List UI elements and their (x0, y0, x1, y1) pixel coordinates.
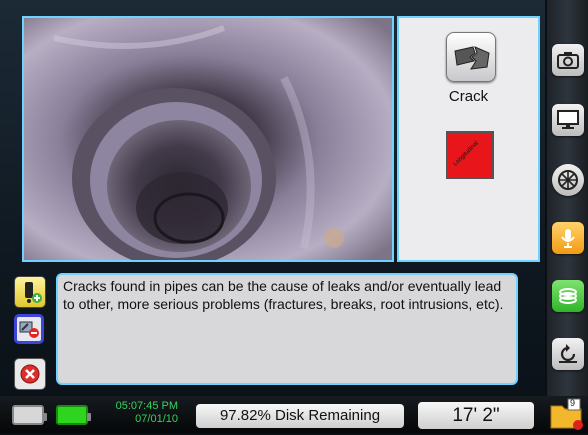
brightness-icon[interactable] (552, 164, 584, 196)
observation-name: Crack (448, 88, 489, 105)
longitudinal-type-button[interactable]: Longitudinal (446, 131, 494, 179)
folder-badge: 9 (570, 398, 576, 408)
delete-icon[interactable] (14, 358, 46, 390)
camera-icon[interactable] (552, 44, 584, 76)
add-note-icon[interactable] (14, 276, 46, 308)
time-text: 05:07:45 PM (115, 400, 178, 412)
right-toolbar (547, 0, 588, 396)
monitor-icon[interactable] (552, 104, 584, 136)
camera-video-feed (22, 16, 394, 262)
microphone-icon[interactable] (552, 222, 584, 254)
crack-observation-button[interactable] (446, 32, 496, 82)
sonde-icon[interactable] (552, 280, 584, 312)
observation-panel: Crack Longitudinal (397, 16, 540, 262)
inspection-screen: Crack Longitudinal Cracks found in pipes… (0, 0, 545, 433)
camera-battery-icon (12, 405, 47, 425)
flag-note-icon[interactable] (14, 314, 44, 344)
observation-description: Cracks found in pipes can be the cause o… (56, 273, 518, 385)
clock: 05:07:45 PM 07/01/10 (100, 400, 178, 426)
date-text: 07/01/10 (135, 413, 178, 425)
reset-icon[interactable] (552, 338, 584, 370)
folder-icon[interactable]: 9 (548, 398, 586, 431)
disk-remaining: 97.82% Disk Remaining (196, 404, 404, 428)
crack-pipe-icon (454, 46, 490, 70)
monitor-battery-icon (56, 405, 91, 425)
observation-type-label: Longitudinal (452, 140, 480, 168)
distance-counter[interactable]: 17' 2" (418, 402, 534, 429)
